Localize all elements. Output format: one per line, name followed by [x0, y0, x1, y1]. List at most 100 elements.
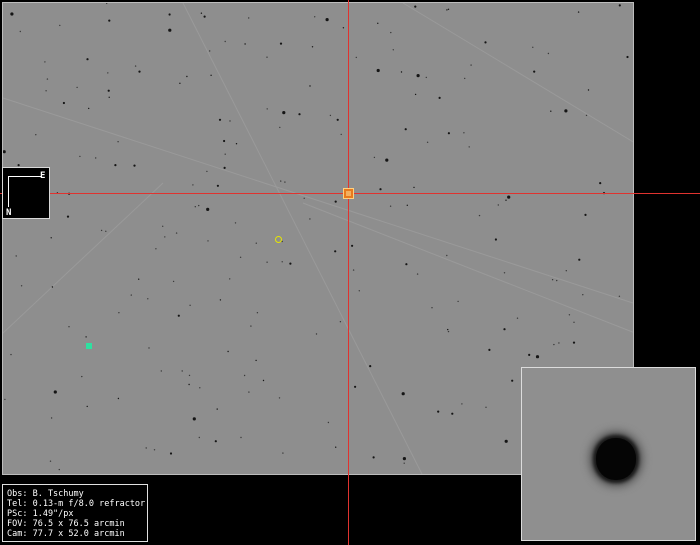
- star: [494, 238, 497, 241]
- star: [86, 58, 89, 61]
- star: [88, 107, 90, 110]
- star: [223, 139, 226, 143]
- star: [282, 111, 286, 115]
- star: [162, 225, 164, 227]
- star: [19, 30, 21, 33]
- star: [599, 182, 602, 185]
- star: [533, 70, 536, 73]
- image-viewer[interactable]: E N Obs: B. Tschumy Tel: 0.13-m f/8.0 ref…: [0, 0, 700, 545]
- star: [244, 43, 246, 45]
- star: [511, 379, 514, 382]
- star: [516, 317, 519, 319]
- star: [503, 272, 506, 274]
- star: [279, 126, 281, 129]
- star: [464, 77, 466, 80]
- star: [227, 350, 229, 353]
- star: [130, 294, 132, 296]
- star: [282, 452, 284, 454]
- star: [240, 436, 242, 439]
- star: [198, 436, 200, 439]
- star: [108, 96, 110, 99]
- info-fov: FOV: 76.5 x 76.5 arcmin: [7, 519, 125, 529]
- star: [107, 89, 110, 92]
- zoom-inset[interactable]: [521, 367, 696, 541]
- star: [188, 374, 191, 377]
- star: [160, 370, 162, 372]
- star: [218, 118, 222, 121]
- star: [289, 262, 292, 265]
- star: [189, 304, 191, 306]
- star: [223, 166, 226, 169]
- star: [309, 218, 311, 220]
- star: [334, 250, 337, 253]
- star: [145, 447, 147, 449]
- crosshair-vertical: [348, 0, 349, 545]
- star: [416, 273, 419, 275]
- star: [200, 12, 203, 14]
- star: [224, 153, 226, 155]
- check-marker[interactable]: [86, 343, 92, 349]
- star: [447, 8, 450, 10]
- target-marker[interactable]: [343, 188, 354, 199]
- star: [59, 24, 61, 27]
- star: [4, 398, 6, 401]
- star: [3, 150, 6, 154]
- star: [354, 385, 357, 388]
- star: [335, 446, 337, 448]
- star: [358, 290, 360, 292]
- star: [553, 343, 555, 346]
- star: [66, 215, 70, 218]
- star: [100, 229, 103, 232]
- star: [117, 141, 119, 143]
- star: [457, 300, 459, 303]
- star: [339, 321, 342, 323]
- star: [86, 405, 88, 408]
- info-observer: Obs: B. Tschumy: [7, 489, 84, 499]
- comparison-marker[interactable]: [275, 236, 282, 243]
- star: [351, 244, 354, 247]
- star: [235, 143, 238, 145]
- star: [117, 397, 120, 400]
- star: [431, 307, 433, 309]
- star: [224, 40, 226, 43]
- star: [198, 204, 200, 207]
- star: [203, 15, 206, 18]
- star: [405, 263, 408, 266]
- star: [311, 46, 314, 48]
- star: [558, 342, 560, 344]
- star: [568, 314, 571, 316]
- star: [556, 279, 558, 282]
- star: [470, 64, 472, 66]
- star: [280, 180, 282, 182]
- star: [239, 256, 242, 258]
- star: [95, 157, 97, 159]
- star: [79, 155, 81, 158]
- compass-north-label: N: [6, 208, 12, 218]
- star: [45, 90, 47, 92]
- star: [168, 28, 172, 32]
- star: [461, 403, 463, 405]
- star: [447, 328, 449, 331]
- star: [138, 70, 141, 73]
- star: [406, 204, 408, 206]
- star: [181, 370, 183, 372]
- star: [266, 108, 268, 110]
- star: [194, 206, 196, 208]
- star: [573, 321, 575, 323]
- star: [243, 374, 246, 377]
- star: [216, 408, 218, 410]
- star: [401, 392, 405, 396]
- star: [15, 255, 17, 257]
- star: [505, 199, 507, 201]
- star: [484, 41, 487, 44]
- info-pixel-scale: PSc: 1.49"/px: [7, 509, 74, 519]
- star: [216, 184, 219, 187]
- star: [250, 325, 252, 327]
- star: [172, 280, 175, 283]
- star: [248, 391, 250, 393]
- star: [372, 456, 375, 459]
- sky-streak: [302, 202, 633, 333]
- star: [403, 462, 405, 464]
- star: [114, 164, 117, 167]
- info-camera: Cam: 77.7 x 52.0 arcmin: [7, 529, 125, 539]
